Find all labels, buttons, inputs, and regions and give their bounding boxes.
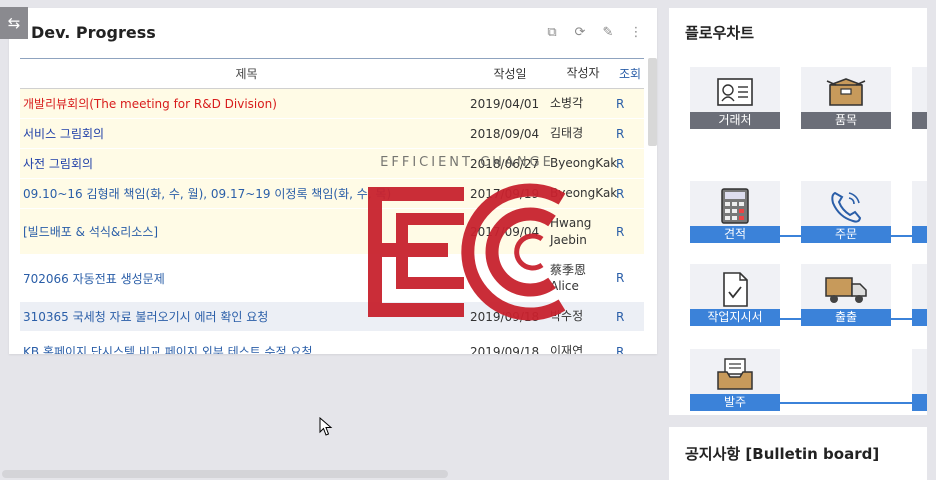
- header-title[interactable]: 제목: [20, 65, 470, 82]
- inbox-tray-icon: [690, 354, 780, 394]
- contact-card-icon: [690, 72, 780, 112]
- bulletin-title: 공지사항 [Bulletin board]: [685, 445, 880, 463]
- row-author: ByeongKak: [550, 186, 618, 201]
- flow-item-product[interactable]: 품목: [801, 67, 891, 129]
- row-views[interactable]: R: [616, 310, 644, 324]
- flow-item-partial2[interactable]: [912, 181, 927, 243]
- flow-label-partial: [912, 226, 927, 243]
- flow-item-partial[interactable]: [912, 67, 927, 129]
- header-date[interactable]: 작성일: [470, 65, 550, 82]
- table-row[interactable]: [빌드배포 & 석식&리소스] 2017/09/04 Hwang Jaebin R: [20, 209, 644, 255]
- flow-item-purchase[interactable]: 발주: [690, 349, 780, 411]
- row-author: 박수정: [550, 309, 584, 324]
- flowchart-title: 플로우차트: [685, 24, 755, 42]
- header-author[interactable]: 작성자: [550, 65, 616, 81]
- flow-label: 출출: [801, 309, 891, 326]
- flow-label: 품목: [801, 112, 891, 129]
- flow-item-estimate[interactable]: 견적: [690, 181, 780, 243]
- header-views[interactable]: 조회: [616, 65, 644, 82]
- row-title[interactable]: KB 홈페이지 단시스템 비교 페이지 외부 테스트 수정 요청: [20, 343, 470, 354]
- flow-connector: [780, 402, 912, 404]
- row-views[interactable]: R: [616, 187, 644, 201]
- row-views[interactable]: R: [616, 271, 644, 285]
- document-check-icon: [690, 269, 780, 309]
- row-date: 2017/09/19: [470, 186, 540, 201]
- bulletin-panel: 공지사항 [Bulletin board]: [669, 427, 927, 480]
- row-title[interactable]: 310365 국세청 자료 불러오기시 에러 확인 요청: [20, 308, 470, 325]
- flow-item-order[interactable]: 주문: [801, 181, 891, 243]
- truck-icon: [801, 269, 891, 309]
- row-author: 蔡季恩 Alice: [550, 262, 587, 293]
- flow-label-partial: [912, 112, 927, 129]
- refresh-icon[interactable]: ⟳: [571, 25, 589, 40]
- table-row[interactable]: 702066 자동전표 생성문제 蔡季恩 Alice R: [20, 255, 644, 302]
- flow-label: 견적: [690, 226, 780, 243]
- box-icon: [801, 72, 891, 112]
- row-views[interactable]: R: [616, 157, 644, 171]
- flow-item-client[interactable]: 거래처: [690, 67, 780, 129]
- flow-connector: [780, 318, 801, 320]
- calculator-icon: [690, 186, 780, 226]
- flow-label: 발주: [690, 394, 780, 411]
- row-title[interactable]: 사전 그림회의: [20, 155, 470, 172]
- row-views[interactable]: R: [616, 127, 644, 141]
- flow-label-partial: [912, 394, 927, 411]
- table-row[interactable]: 서비스 그림회의 2018/09/04 김태경 R: [20, 119, 644, 149]
- table-row[interactable]: KB 홈페이지 단시스템 비교 페이지 외부 테스트 수정 요청 2019/09/…: [20, 332, 644, 354]
- row-date: 2018/06/27: [470, 156, 540, 171]
- row-title[interactable]: 702066 자동전표 생성문제: [20, 270, 470, 287]
- flow-connector: [780, 235, 801, 237]
- flowchart-panel: 플로우차트 거래처 품목 견적 주문 작업지시서 출출 발주: [669, 8, 927, 415]
- phone-icon: [801, 186, 891, 226]
- sidebar-toggle-button[interactable]: ⇆: [0, 7, 28, 39]
- flow-connector: [891, 235, 912, 237]
- row-date: 2019/04/01: [470, 96, 540, 111]
- flow-connector: [891, 318, 912, 320]
- table-row[interactable]: 09.10~16 김형래 책임(화, 수, 월), 09.17~19 이정록 책…: [20, 179, 644, 209]
- table-row[interactable]: 310365 국세청 자료 불러오기시 에러 확인 요청 2019/09/18 박수…: [20, 302, 644, 332]
- row-author: 소병각: [550, 96, 584, 111]
- dev-progress-panel: Dev. Progress ⧉ ⟳ ✎ ⋮ 제목 작성일 작성자 조회 개발리뷰…: [9, 8, 657, 354]
- row-date: 2019/09/18: [470, 309, 540, 324]
- table-row[interactable]: 개발리뷰회의(The meeting for R&D Division) 2019…: [20, 89, 644, 119]
- edit-icon[interactable]: ✎: [599, 25, 617, 40]
- mouse-cursor-icon: [319, 417, 333, 436]
- table-body: 개발리뷰회의(The meeting for R&D Division) 2019…: [20, 89, 644, 354]
- row-title[interactable]: 개발리뷰회의(The meeting for R&D Division): [20, 95, 470, 112]
- row-author: 이재연: [550, 344, 584, 354]
- flow-label-partial: [912, 309, 927, 326]
- row-views[interactable]: R: [616, 225, 644, 239]
- row-title[interactable]: 서비스 그림회의: [20, 125, 470, 142]
- row-date: 2018/09/04: [470, 126, 540, 141]
- flow-item-partial4[interactable]: [912, 349, 927, 411]
- flow-label: 주문: [801, 226, 891, 243]
- swap-icon: ⇆: [7, 14, 21, 32]
- row-title[interactable]: 09.10~16 김형래 책임(화, 수, 월), 09.17~19 이정록 책…: [20, 185, 470, 202]
- more-icon[interactable]: ⋮: [627, 25, 645, 40]
- row-date: 2017/09/04: [470, 224, 540, 239]
- vertical-scrollbar[interactable]: [648, 58, 657, 146]
- flow-item-partial3[interactable]: [912, 264, 927, 326]
- panel-title: Dev. Progress: [31, 23, 156, 42]
- table-row[interactable]: 사전 그림회의 2018/06/27 ByeongKak R: [20, 149, 644, 179]
- flow-label: 작업지시서: [690, 309, 780, 326]
- row-author: ByeongKak: [550, 156, 618, 171]
- row-title[interactable]: [빌드배포 & 석식&리소스]: [20, 223, 470, 240]
- row-views[interactable]: R: [616, 345, 644, 355]
- progress-table: 제목 작성일 작성자 조회 개발리뷰회의(The meeting for R&D…: [20, 58, 644, 354]
- flow-item-work-order[interactable]: 작업지시서: [690, 264, 780, 326]
- flow-item-shipping[interactable]: 출출: [801, 264, 891, 326]
- row-views[interactable]: R: [616, 97, 644, 111]
- panel-toolbar: ⧉ ⟳ ✎ ⋮: [543, 25, 645, 40]
- table-header: 제목 작성일 작성자 조회: [20, 58, 644, 89]
- external-link-icon[interactable]: ⧉: [543, 25, 561, 40]
- flow-label: 거래처: [690, 112, 780, 129]
- row-date: 2019/09/18: [470, 344, 540, 355]
- row-author: 김태경: [550, 126, 584, 141]
- row-author: Hwang Jaebin: [550, 216, 592, 247]
- horizontal-scrollbar[interactable]: [2, 470, 448, 478]
